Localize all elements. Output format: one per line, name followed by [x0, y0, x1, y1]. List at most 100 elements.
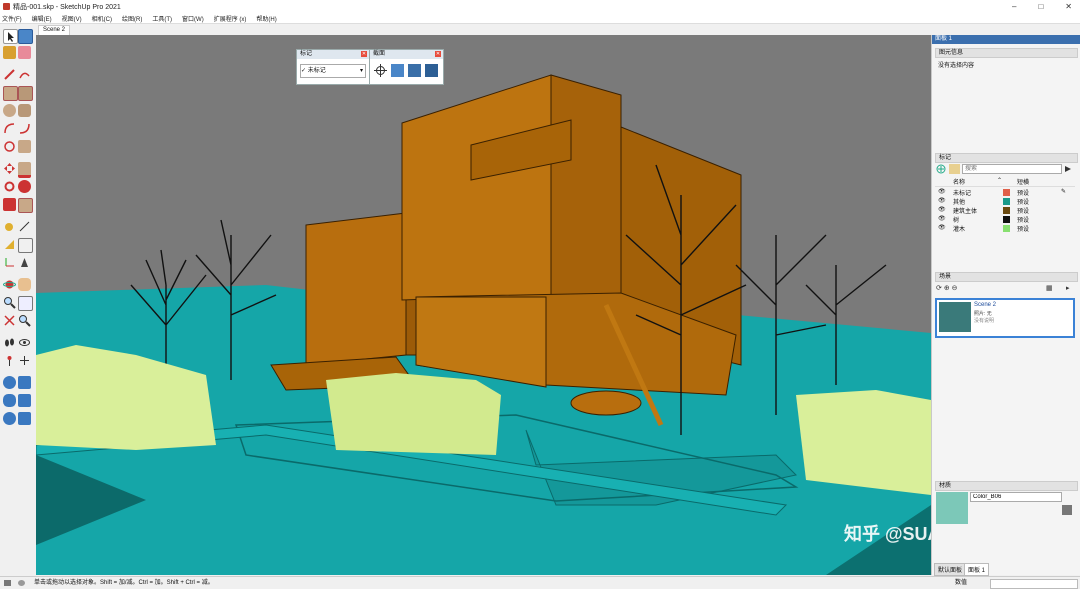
drape-icon[interactable] — [3, 412, 16, 425]
scene-item[interactable]: Scene 2 照片: 无 没有说明 — [935, 298, 1075, 338]
tab-tray-1[interactable]: 面板 1 — [964, 563, 990, 576]
tags-header[interactable]: 标记 — [935, 153, 1078, 163]
eye-icon[interactable]: 👁 — [938, 206, 946, 213]
text-icon[interactable] — [18, 238, 33, 253]
walk-icon[interactable] — [3, 336, 16, 349]
tag-row[interactable]: 👁 未标记 预设 ✎ — [935, 188, 1075, 197]
section-toolbar: 截面 ✕ — [369, 49, 444, 85]
rotate-icon[interactable] — [3, 180, 16, 193]
axes-icon[interactable] — [3, 256, 16, 269]
close-button[interactable]: ✕ — [1065, 0, 1072, 13]
lasso-select-icon[interactable] — [18, 29, 33, 44]
tab-default-tray[interactable]: 默认面板 — [934, 563, 967, 576]
scenes-header[interactable]: 场景 — [935, 272, 1078, 282]
eye-icon[interactable]: 👁 — [938, 197, 946, 204]
eraser-icon[interactable] — [18, 46, 31, 59]
update-scene-icon[interactable]: ⟳ — [936, 285, 942, 292]
zoom-extents-icon[interactable] — [3, 314, 16, 327]
follow-me-icon[interactable] — [18, 180, 31, 193]
add-tag-icon[interactable] — [936, 164, 947, 174]
menu-view[interactable]: 视图(V) — [62, 14, 82, 23]
close-icon[interactable]: ✕ — [361, 51, 367, 57]
tag-row[interactable]: 👁 灌木 预设 — [935, 224, 1075, 233]
tag-color-swatch[interactable] — [1003, 207, 1010, 214]
active-tag-dropdown[interactable]: ✓ 未标记 ▾ — [300, 64, 366, 78]
sort-icon[interactable]: ⌃ — [997, 177, 1002, 184]
3d-viewport[interactable]: 标记 ✕ ✓ 未标记 ▾ 截面 ✕ 知乎 @SUAPP — [36, 35, 931, 575]
paint-bucket-icon[interactable] — [3, 46, 16, 59]
position-camera-icon[interactable] — [3, 354, 16, 367]
eye-icon[interactable]: 👁 — [938, 224, 946, 231]
eye-icon[interactable]: 👁 — [938, 215, 946, 222]
zoom-icon[interactable] — [3, 296, 16, 309]
section-plane-icon[interactable] — [374, 64, 387, 77]
sandbox-from-contours-icon[interactable] — [3, 376, 16, 389]
scale-icon[interactable] — [3, 198, 16, 211]
menu-window[interactable]: 窗口(W) — [182, 14, 204, 23]
sandbox-from-scratch-icon[interactable] — [18, 376, 31, 389]
menu-edit[interactable]: 编辑(E) — [32, 14, 52, 23]
line-icon[interactable] — [3, 68, 16, 81]
rectangle-icon[interactable] — [3, 86, 18, 101]
two-point-arc-icon[interactable] — [18, 122, 31, 135]
add-tag-folder-icon[interactable] — [949, 164, 960, 174]
section-plane-icon[interactable] — [18, 354, 31, 367]
offset-icon[interactable] — [18, 198, 33, 213]
tag-color-swatch[interactable] — [1003, 225, 1010, 232]
tag-row[interactable]: 👁 其他 预设 — [935, 197, 1075, 206]
tab-scene-2[interactable]: Scene 2 — [38, 25, 71, 35]
tag-color-swatch[interactable] — [1003, 216, 1010, 223]
protractor-icon[interactable] — [3, 238, 16, 251]
three-point-arc-icon[interactable] — [3, 140, 16, 153]
maximize-button[interactable]: □ — [1038, 0, 1043, 13]
sample-paint-icon[interactable] — [1062, 505, 1072, 515]
polygon-icon[interactable] — [18, 104, 31, 117]
entity-info-header[interactable]: 图元信息 — [935, 48, 1078, 58]
pan-icon[interactable] — [18, 278, 31, 291]
look-around-icon[interactable] — [18, 336, 31, 349]
push-pull-icon[interactable] — [18, 162, 31, 178]
materials-header[interactable]: 材质 — [935, 481, 1078, 491]
minimize-button[interactable]: – — [1012, 0, 1016, 13]
smoove-icon[interactable] — [3, 394, 16, 407]
orbit-icon[interactable] — [3, 278, 16, 291]
details-arrow-icon[interactable] — [1063, 164, 1073, 174]
tag-row[interactable]: 👁 建筑主体 预设 — [935, 206, 1075, 215]
select-tool-icon[interactable] — [3, 29, 18, 44]
display-section-cuts-icon[interactable] — [408, 64, 421, 77]
menu-help[interactable]: 帮助(H) — [256, 14, 276, 23]
stamp-icon[interactable] — [18, 394, 31, 407]
menu-extensions[interactable]: 扩展程序 (x) — [214, 14, 247, 23]
dimension-icon[interactable] — [18, 220, 31, 233]
close-icon[interactable]: ✕ — [435, 51, 441, 57]
freehand-icon[interactable] — [18, 68, 31, 81]
details-arrow-icon[interactable]: ▸ — [1066, 284, 1070, 292]
view-options-icon[interactable]: ▦ — [1046, 284, 1053, 292]
menu-tools[interactable]: 工具(T) — [152, 14, 172, 23]
tape-measure-icon[interactable] — [3, 220, 16, 233]
tags-toolbar: 标记 ✕ ✓ 未标记 ▾ — [296, 49, 370, 85]
previous-view-icon[interactable] — [18, 314, 31, 327]
rotated-rectangle-icon[interactable] — [18, 86, 33, 101]
add-detail-icon[interactable] — [18, 412, 31, 425]
add-scene-icon[interactable]: ⊕ — [944, 285, 950, 292]
tag-color-swatch[interactable] — [1003, 198, 1010, 205]
tag-search-input[interactable] — [962, 164, 1062, 174]
pie-icon[interactable] — [18, 140, 31, 153]
menu-draw[interactable]: 绘图(R) — [122, 14, 142, 23]
tag-color-swatch[interactable] — [1003, 189, 1010, 196]
tag-row[interactable]: 👁 树 预设 — [935, 215, 1075, 224]
eye-icon[interactable]: 👁 — [938, 188, 946, 195]
section-toolbar-title: 截面 — [370, 50, 443, 59]
display-section-planes-icon[interactable] — [391, 64, 404, 77]
display-section-fill-icon[interactable] — [425, 64, 438, 77]
remove-scene-icon[interactable]: ⊖ — [952, 285, 958, 292]
zoom-window-icon[interactable] — [18, 296, 33, 311]
3d-text-icon[interactable] — [18, 256, 31, 269]
menu-file[interactable]: 文件(F) — [2, 14, 22, 23]
arc-icon[interactable] — [3, 122, 16, 135]
circle-icon[interactable] — [3, 104, 16, 117]
move-icon[interactable] — [3, 162, 16, 175]
material-name-field[interactable] — [970, 492, 1062, 502]
menu-camera[interactable]: 相机(C) — [92, 14, 112, 23]
